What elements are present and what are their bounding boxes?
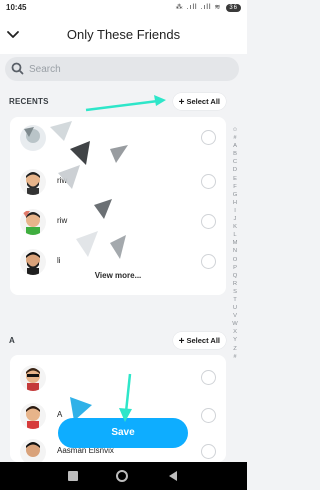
section-label-recents: RECENTS [9,97,49,106]
battery-icon: 36 [226,4,241,12]
select-all-label: Select All [186,97,221,106]
home-icon[interactable] [116,470,128,482]
index-letter[interactable]: O [229,256,241,264]
select-all-label: Select All [186,336,221,345]
search-input[interactable] [29,61,229,77]
android-nav-bar [0,462,247,490]
page-title: Only These Friends [66,27,181,42]
status-bar: 10:45 ⁂ .ıll .ıll ≋ 36 [0,0,247,16]
avatar [20,125,46,151]
index-letter[interactable]: V [229,312,241,320]
index-letter[interactable]: M [229,239,241,247]
header: Only These Friends [0,16,247,54]
index-letter[interactable]: U [229,304,241,312]
recent-apps-icon[interactable] [67,470,79,482]
index-letter[interactable]: E [229,175,241,183]
list-item[interactable] [10,361,226,395]
search-icon [11,62,24,75]
select-checkbox[interactable] [201,254,216,269]
status-time: 10:45 [6,3,27,12]
avatar [20,209,46,235]
index-letter[interactable]: D [229,166,241,174]
select-checkbox[interactable] [201,444,216,459]
select-checkbox[interactable] [201,174,216,189]
index-letter[interactable]: # [229,134,241,142]
avatar [20,169,46,195]
index-letter[interactable]: # [229,353,241,361]
select-checkbox[interactable] [201,130,216,145]
section-label-a: A [9,336,15,345]
index-letter[interactable]: W [229,320,241,328]
index-letter[interactable]: Q [229,272,241,280]
view-more-link[interactable]: View more... [10,271,226,280]
plus-icon: + [178,97,185,108]
index-letter[interactable]: R [229,280,241,288]
index-letter[interactable]: C [229,158,241,166]
select-checkbox[interactable] [201,214,216,229]
save-button[interactable]: Save [58,418,188,448]
select-checkbox[interactable] [201,370,216,385]
avatar [20,365,46,391]
search-bar[interactable] [5,57,239,81]
index-letter[interactable]: K [229,223,241,231]
index-letter[interactable]: I [229,207,241,215]
index-letter[interactable]: L [229,231,241,239]
select-all-a-button[interactable]: + Select All [172,332,226,349]
index-letter[interactable]: ☺ [229,126,241,134]
index-letter[interactable]: F [229,183,241,191]
index-letter[interactable]: A [229,142,241,150]
index-letter[interactable]: Y [229,336,241,344]
select-all-recents-button[interactable]: + Select All [172,93,226,110]
recents-card: riw riw li View more... [10,117,226,295]
index-letter[interactable]: T [229,296,241,304]
avatar [20,439,46,462]
index-letter[interactable]: G [229,191,241,199]
signal-icons: ⁂ .ıll .ıll ≋ [175,4,222,11]
select-checkbox[interactable] [201,408,216,423]
index-letter[interactable]: P [229,264,241,272]
redaction-overlay [50,121,128,259]
index-letter[interactable]: H [229,199,241,207]
index-letter[interactable]: J [229,215,241,223]
index-letter[interactable]: Z [229,345,241,353]
avatar [20,403,46,429]
index-letter[interactable]: X [229,328,241,336]
index-letter[interactable]: N [229,247,241,255]
index-letter[interactable]: B [229,150,241,158]
status-icons: ⁂ .ıll .ıll ≋ 36 [176,3,241,12]
index-letter[interactable]: S [229,288,241,296]
alphabet-index-scrubber[interactable]: ☺ # A B C D E F G H I J K L M N O P Q R S T U V W X Y Z # [229,126,241,361]
back-triangle-icon[interactable] [167,470,179,482]
plus-icon: + [178,336,185,347]
